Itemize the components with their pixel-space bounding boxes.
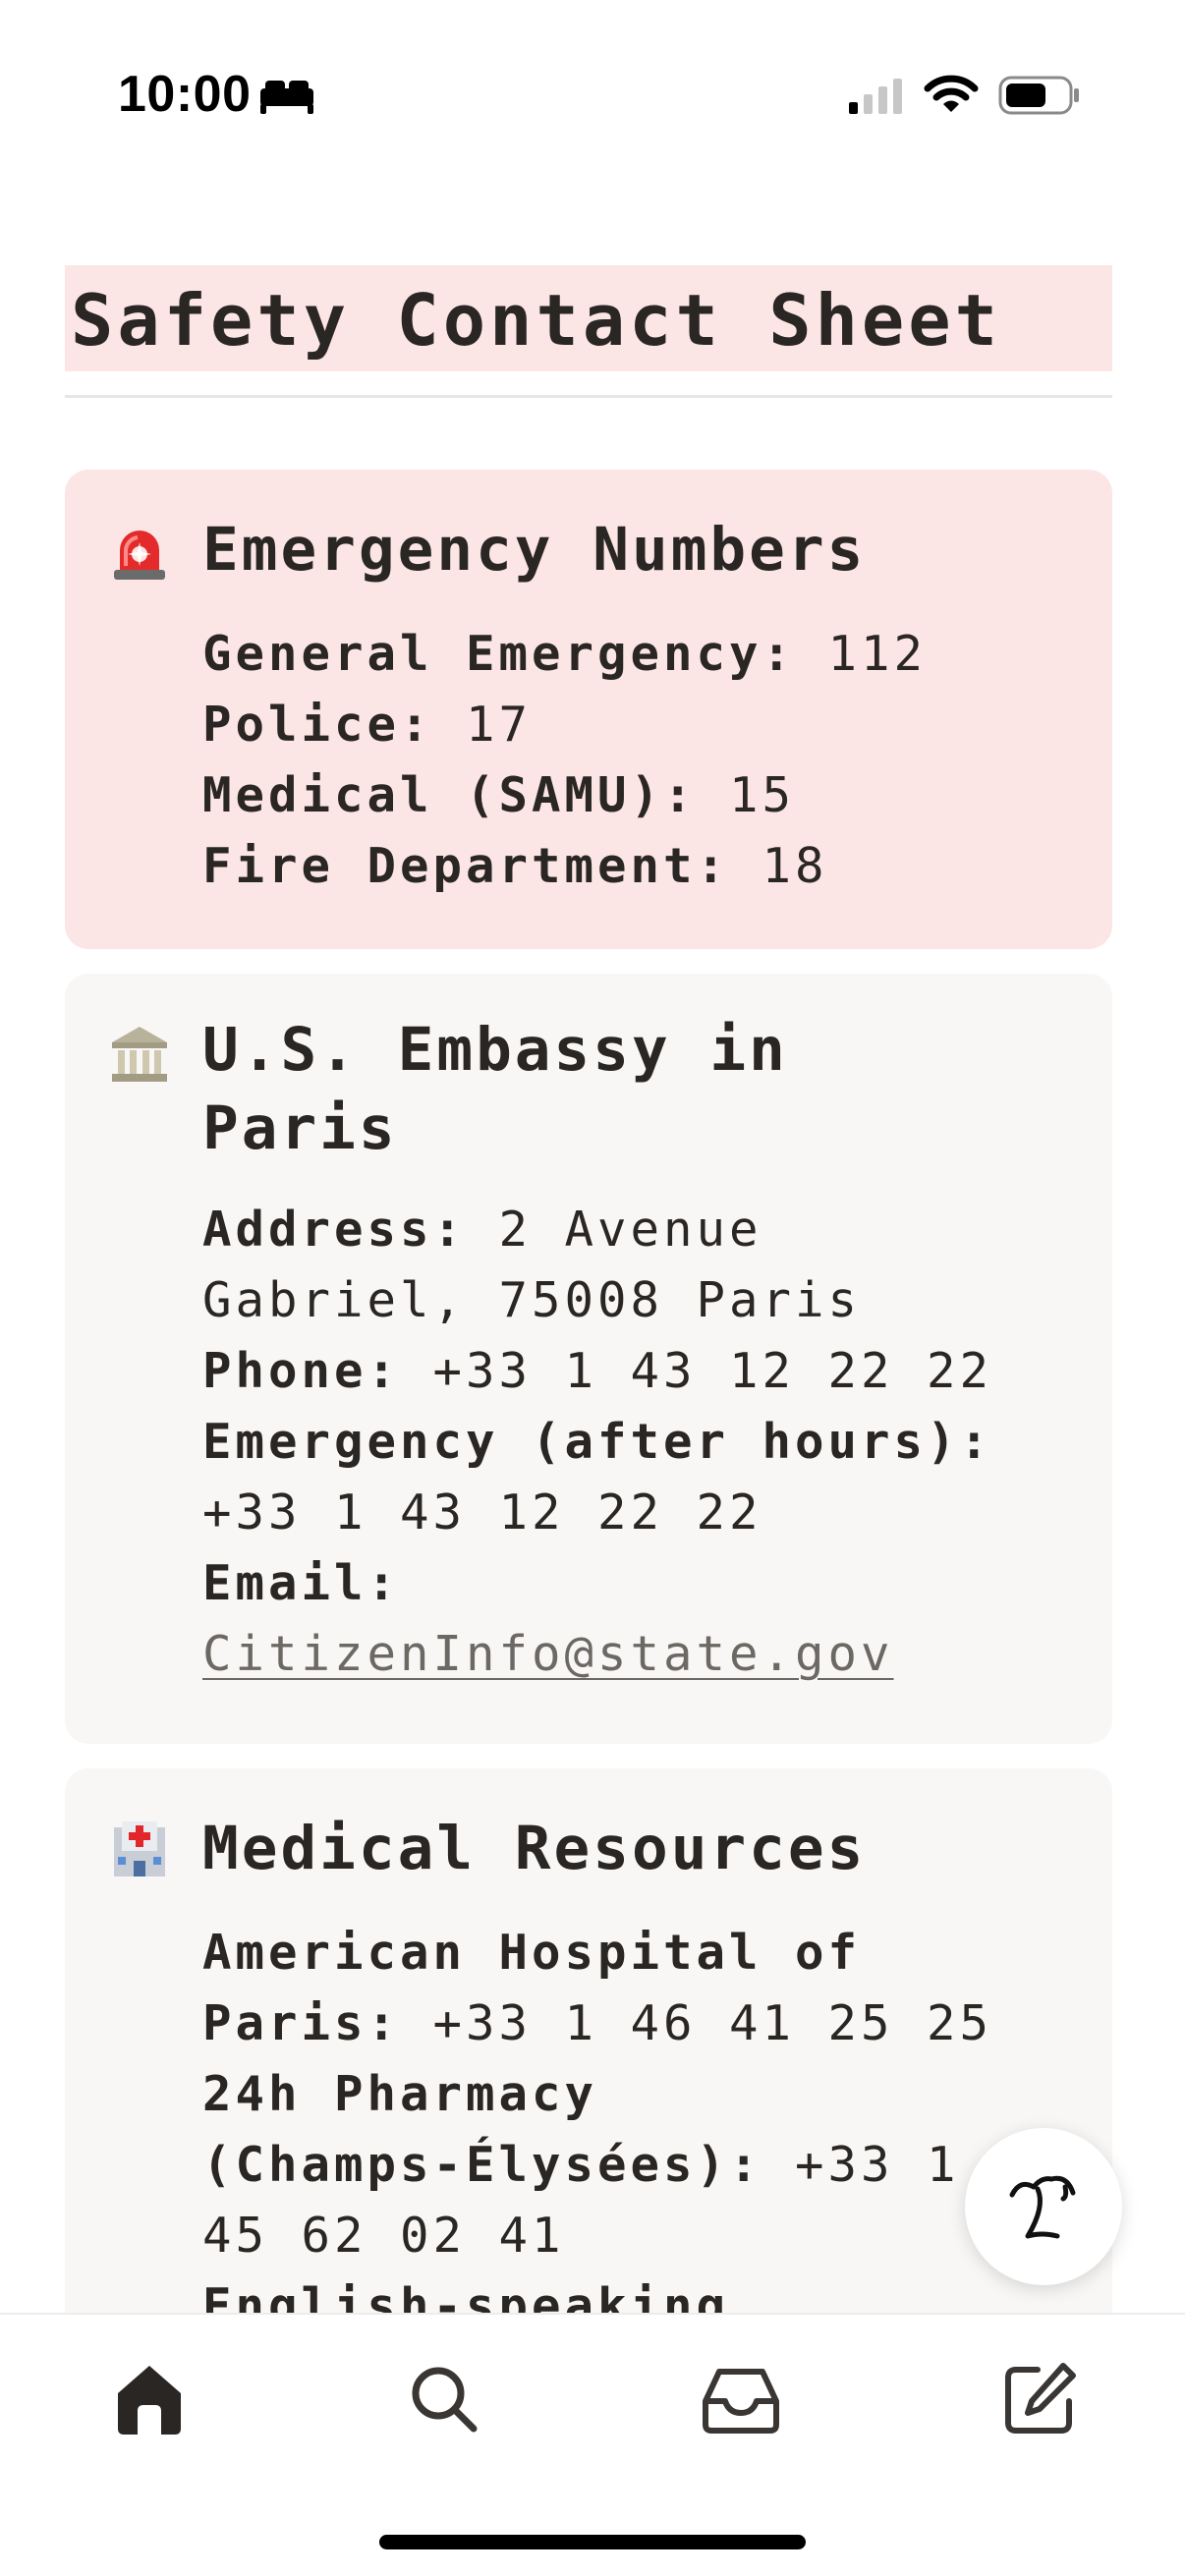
emergency-label: General Emergency: xyxy=(202,626,796,682)
emergency-number[interactable]: 112 xyxy=(795,626,927,682)
nav-inbox-button[interactable] xyxy=(700,2358,782,2440)
emergency-row-medical: Medical (SAMU): 15 xyxy=(202,760,927,831)
embassy-card: U.S. Embassy in Paris Address: 2 Avenue … xyxy=(65,974,1112,1744)
emergency-label: Police: xyxy=(202,697,433,753)
hospital-icon xyxy=(108,1818,171,1880)
hospital-phone[interactable]: +33 1 46 41 25 25 xyxy=(400,1995,992,2051)
emergency-numbers-list: General Emergency: 112 Police: 17 Medica… xyxy=(202,619,927,902)
rotating-light-icon xyxy=(108,521,171,584)
email-link[interactable]: CitizenInfo@state.gov xyxy=(202,1626,894,1682)
embassy-title-line1: U.S. Embassy in xyxy=(202,1015,788,1085)
pharmacy-row: (Champs-Élysées): +33 1 xyxy=(202,2130,992,2201)
emergency-row-general: General Emergency: 112 xyxy=(202,619,927,690)
search-icon xyxy=(412,2367,478,2433)
pharmacy-phone[interactable]: +33 1 xyxy=(762,2137,960,2193)
hospital-row: Paris: +33 1 46 41 25 25 xyxy=(202,1988,992,2059)
cellular-signal-icon xyxy=(847,77,904,116)
emergency-number[interactable]: 18 xyxy=(729,838,828,894)
embassy-details: Address: 2 Avenue Gabriel, 75008 Paris P… xyxy=(202,1195,992,1690)
address-label: Address: xyxy=(202,1202,467,1258)
medical-details: American Hospital of Paris: +33 1 46 41 … xyxy=(202,1918,992,2342)
wifi-icon xyxy=(924,73,979,116)
address-value-cont: Gabriel, 75008 Paris xyxy=(202,1272,862,1328)
emergency-card-title: Emergency Numbers xyxy=(202,515,867,585)
page-title-band: Safety Contact Sheet xyxy=(65,265,1112,371)
emergency-number[interactable]: 15 xyxy=(697,767,796,823)
compose-icon xyxy=(1005,2363,1076,2434)
embassy-address-row: Address: 2 Avenue xyxy=(202,1195,992,1265)
nav-search-button[interactable] xyxy=(403,2358,485,2440)
after-hours-label: Emergency (after hours): xyxy=(202,1414,993,1470)
emergency-numbers-card: Emergency Numbers General Emergency: 112… xyxy=(65,470,1112,949)
emergency-label: Fire Department: xyxy=(202,838,730,894)
emergency-label: Medical (SAMU): xyxy=(202,767,697,823)
emergency-number[interactable]: 17 xyxy=(433,697,533,753)
hospital-label: American Hospital of xyxy=(202,1925,862,1981)
after-hours-value[interactable]: +33 1 43 12 22 22 xyxy=(202,1478,992,1548)
hospital-label-cont: Paris: xyxy=(202,1995,401,2051)
emergency-row-police: Police: 17 xyxy=(202,690,927,760)
pharmacy-label: 24h Pharmacy xyxy=(202,2066,598,2122)
embassy-card-title: U.S. Embassy in Paris xyxy=(202,1011,788,1168)
phone-value[interactable]: +33 1 43 12 22 22 xyxy=(400,1343,992,1399)
pharmacy-phone-cont[interactable]: 45 62 02 41 xyxy=(202,2201,992,2271)
address-value: 2 Avenue xyxy=(466,1202,762,1258)
nav-compose-button[interactable] xyxy=(998,2358,1081,2440)
page-title: Safety Contact Sheet xyxy=(71,279,1001,362)
home-indicator xyxy=(379,2535,806,2549)
home-icon xyxy=(118,2366,181,2435)
status-bar: 10:00 xyxy=(0,0,1185,157)
inbox-icon xyxy=(703,2369,779,2434)
assistant-fab-button[interactable] xyxy=(965,2128,1122,2285)
emergency-row-fire: Fire Department: 18 xyxy=(202,831,927,902)
status-time: 10:00 xyxy=(118,66,252,123)
phone-label: Phone: xyxy=(202,1343,401,1399)
assistant-face-icon xyxy=(1009,2175,1076,2239)
embassy-phone-row: Phone: +33 1 43 12 22 22 xyxy=(202,1336,992,1407)
embassy-title-line2: Paris xyxy=(202,1093,398,1163)
medical-card-title: Medical Resources xyxy=(202,1814,867,1883)
email-label: Email: xyxy=(202,1555,401,1611)
nav-home-button[interactable] xyxy=(108,2358,191,2440)
classical-building-icon xyxy=(108,1023,171,1086)
battery-icon xyxy=(998,75,1081,116)
sleep-icon xyxy=(257,77,316,116)
title-divider xyxy=(65,395,1112,398)
pharmacy-label-cont: (Champs-Élysées): xyxy=(202,2137,762,2193)
